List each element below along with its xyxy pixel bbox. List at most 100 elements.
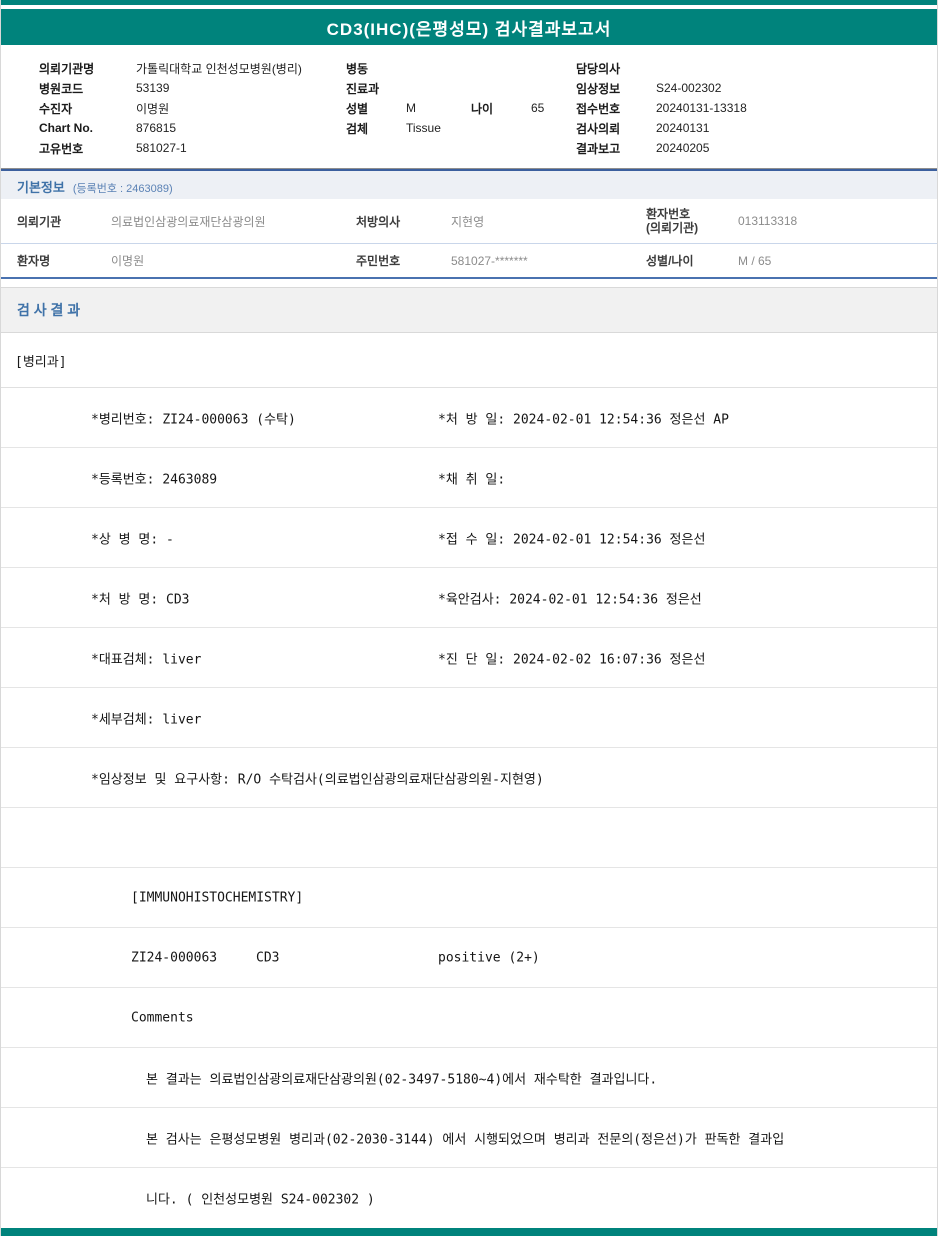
unique-no-value: 581027-1 <box>136 141 187 155</box>
receipt-no-label: 접수번호 <box>576 101 621 116</box>
result-row-pathology-no: *병리번호: ZI24-000063 (수탁) *처 방 일: 2024-02-… <box>1 388 937 448</box>
request-org-value: 가톨릭대학교 인천성모병원(병리) <box>136 61 302 76</box>
department-name: [병리과] <box>15 354 67 370</box>
ihc-header-row: [IMMUNOHISTOCHEMISTRY] <box>1 868 937 928</box>
resident-no-value: 581027-******* <box>451 253 528 268</box>
report-date-label: 결과보고 <box>576 141 621 156</box>
registration-no-text: *등록번호: 2463089 <box>91 472 218 487</box>
clinical-request-text: *임상정보 및 요구사항: R/O 수탁검사(의료법인삼광의료재단삼광의원-지현… <box>91 772 544 787</box>
clinical-info-label: 임상정보 <box>576 81 621 96</box>
ihc-header-text: [IMMUNOHISTOCHEMISTRY] <box>131 890 304 905</box>
chart-no-value: 876815 <box>136 121 177 135</box>
comments-label: Comments <box>131 1010 194 1025</box>
resident-no-label: 주민번호 <box>356 254 401 268</box>
results-title: 검 사 결 과 <box>17 302 81 318</box>
comment-line-3: 니다. ( 인천성모병원 S24-002302 ) <box>146 1192 375 1208</box>
chart-no-label: Chart No. <box>39 121 93 135</box>
sex-label: 성별 <box>346 101 369 116</box>
main-specimen-text: *대표검체: liver <box>91 652 202 667</box>
comment-line-row: 니다. ( 인천성모병원 S24-002302 ) <box>1 1168 937 1228</box>
top-info-block: 의뢰기관명 가톨릭대학교 인천성모병원(병리) 병원코드 53139 수진자 이… <box>1 45 937 169</box>
info-row-attending-doctor: 담당의사 <box>576 58 917 78</box>
result-row-empty <box>1 808 937 868</box>
comment-line-2: 본 검사는 은평성모병원 병리과(02-2030-3144) 에서 시행되었으며… <box>146 1132 785 1147</box>
specimen-value: Tissue <box>406 121 441 135</box>
top-info-middle-column: 병동 진료과 성별 M 나이 65 검체 Tissue <box>346 58 576 158</box>
patient-no-label-line2: (의뢰기관) <box>646 221 699 235</box>
order-date-value: 20240131 <box>656 121 710 135</box>
order-date-label: 검사의뢰 <box>576 121 621 136</box>
attending-doctor-label: 담당의사 <box>576 61 621 76</box>
info-row-receipt-no: 접수번호 20240131-13318 <box>576 98 917 118</box>
info-row-ward: 병동 <box>346 58 576 78</box>
referring-org-label: 의뢰기관 <box>17 214 62 229</box>
diagnosis-name-text: *상 병 명: - <box>91 532 174 547</box>
results-section-header: 검 사 결 과 <box>1 287 937 333</box>
age-label: 나이 <box>471 101 494 116</box>
basic-info-section-header: 기본정보 (등록번호 : 2463089) <box>1 169 937 199</box>
order-name-text: *처 방 명: CD3 <box>91 592 190 607</box>
report-title-bar: CD3(IHC)(은평성모) 검사결과보고서 <box>1 9 937 45</box>
info-row-clinical-info: 임상정보 S24-002302 <box>576 78 917 98</box>
info-row-order-date: 검사의뢰 20240131 <box>576 118 917 138</box>
sex-age-label: 성별/나이 <box>646 253 694 268</box>
gross-exam-text: *육안검사: 2024-02-01 12:54:36 정은선 <box>438 592 702 607</box>
sex-age-value: M / 65 <box>738 253 772 268</box>
patient-name-value: 이명원 <box>111 254 145 268</box>
report-date-value: 20240205 <box>656 141 710 155</box>
ihc-test-name: CD3 <box>256 950 280 965</box>
patient-no-label: 환자번호 (의뢰기관) <box>646 207 738 235</box>
referring-org-value: 의료법인삼광의료재단삼광의원 <box>111 214 266 229</box>
info-row-report-date: 결과보고 20240205 <box>576 138 917 158</box>
ihc-result-value: positive (2+) <box>438 950 540 965</box>
info-row-examinee: 수진자 이명원 <box>39 98 346 118</box>
result-row-sub-specimen: *세부검체: liver <box>1 688 937 748</box>
collection-date-text: *채 취 일: <box>438 472 506 487</box>
report-title: CD3(IHC)(은평성모) 검사결과보고서 <box>326 19 612 39</box>
result-row-clinical-request: *임상정보 및 요구사항: R/O 수탁검사(의료법인삼광의료재단삼광의원-지현… <box>1 748 937 808</box>
comment-line-row: 본 결과는 의료법인삼광의료재단삼광의원(02-3497-5180~4)에서 재… <box>1 1048 937 1108</box>
receipt-datetime-text: *접 수 일: 2024-02-01 12:54:36 정은선 <box>438 532 706 547</box>
order-datetime-text: *처 방 일: 2024-02-01 12:54:36 정은선 AP <box>438 412 729 427</box>
comments-label-row: Comments <box>1 988 937 1048</box>
pathology-no-text: *병리번호: ZI24-000063 (수탁) <box>91 412 296 427</box>
ihc-specimen-no: ZI24-000063 <box>131 950 218 965</box>
result-row-diagnosis-name: *상 병 명: - *접 수 일: 2024-02-01 12:54:36 정은… <box>1 508 937 568</box>
basic-info-subtitle: (등록번호 : 2463089) <box>72 183 173 195</box>
request-org-label: 의뢰기관명 <box>39 61 95 76</box>
comment-line-1: 본 결과는 의료법인삼광의료재단삼광의원(02-3497-5180~4)에서 재… <box>146 1072 658 1087</box>
patient-no-label-line1: 환자번호 <box>646 207 691 221</box>
info-row-unique-no: 고유번호 581027-1 <box>39 138 346 158</box>
receipt-no-value: 20240131-13318 <box>656 101 747 115</box>
sub-specimen-text: *세부검체: liver <box>91 712 202 727</box>
unique-no-label: 고유번호 <box>39 141 84 156</box>
hospital-code-value: 53139 <box>136 81 170 95</box>
clinical-info-value: S24-002302 <box>656 81 722 95</box>
specimen-label: 검체 <box>346 121 369 136</box>
hospital-code-label: 병원코드 <box>39 81 84 96</box>
report-page: CD3(IHC)(은평성모) 검사결과보고서 의뢰기관명 가톨릭대학교 인천성모… <box>0 0 938 1236</box>
basic-info-title: 기본정보 <box>17 180 65 195</box>
comment-line-row: 본 검사는 은평성모병원 병리과(02-2030-3144) 에서 시행되었으며… <box>1 1108 937 1168</box>
table-row: 환자명 이명원 주민번호 581027-******* 성별/나이 M / 65 <box>1 243 937 279</box>
info-row-sex-age: 성별 M 나이 65 <box>346 98 576 118</box>
sex-value: M <box>406 101 416 115</box>
patient-name-label: 환자명 <box>17 254 51 268</box>
prescribing-doctor-value: 지현영 <box>451 214 485 229</box>
diagnosis-datetime-text: *진 단 일: 2024-02-02 16:07:36 정은선 <box>438 652 706 667</box>
info-row-specimen: 검체 Tissue <box>346 118 576 138</box>
result-row-registration-no: *등록번호: 2463089 *채 취 일: <box>1 448 937 508</box>
info-row-clinic-dept: 진료과 <box>346 78 576 98</box>
top-info-right-column: 담당의사 임상정보 S24-002302 접수번호 20240131-13318… <box>576 58 917 158</box>
info-row-request-org: 의뢰기관명 가톨릭대학교 인천성모병원(병리) <box>39 58 346 78</box>
ward-label: 병동 <box>346 61 369 76</box>
table-row: 의뢰기관 의료법인삼광의료재단삼광의원 처방의사 지현영 환자번호 (의뢰기관)… <box>1 199 937 243</box>
result-row-order-name: *처 방 명: CD3 *육안검사: 2024-02-01 12:54:36 정… <box>1 568 937 628</box>
top-info-left-column: 의뢰기관명 가톨릭대학교 인천성모병원(병리) 병원코드 53139 수진자 이… <box>39 58 346 158</box>
info-row-chart-no: Chart No. 876815 <box>39 118 346 138</box>
prescribing-doctor-label: 처방의사 <box>356 214 401 229</box>
examinee-label: 수진자 <box>39 101 73 116</box>
basic-info-table: 의뢰기관 의료법인삼광의료재단삼광의원 처방의사 지현영 환자번호 (의뢰기관)… <box>1 199 937 279</box>
examinee-value: 이명원 <box>136 101 170 116</box>
info-row-hospital-code: 병원코드 53139 <box>39 78 346 98</box>
